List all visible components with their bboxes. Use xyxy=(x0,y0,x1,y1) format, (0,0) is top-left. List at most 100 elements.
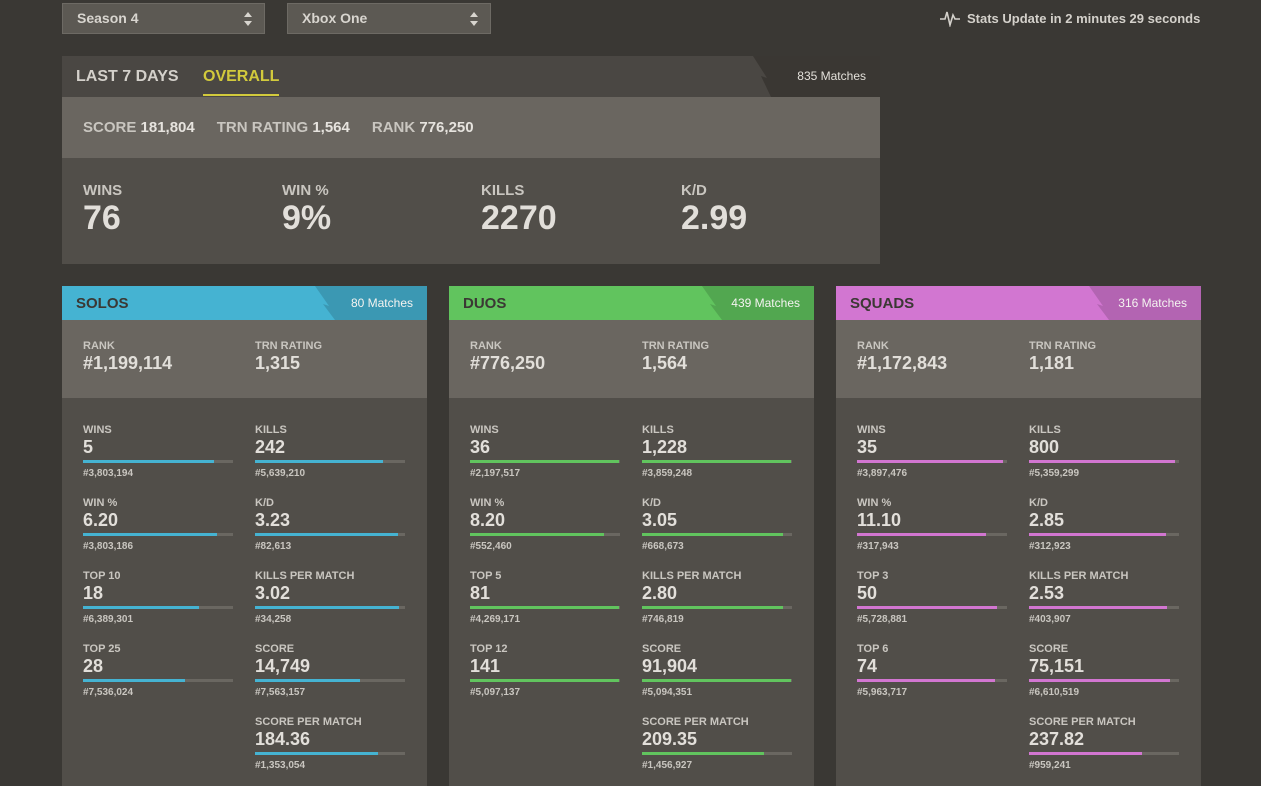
stat-progress-fill xyxy=(83,460,214,463)
stat-value: 209.35 xyxy=(642,729,698,749)
stat-label: TOP 12 xyxy=(470,643,508,655)
stat-progress-bar xyxy=(83,460,233,463)
stat-label: K/D xyxy=(681,182,707,199)
trn-rating-value: 1,564 xyxy=(312,119,350,136)
overview-matches-badge: 835 Matches xyxy=(745,56,880,97)
stat-progress-fill xyxy=(470,460,619,463)
stat-label: TOP 10 xyxy=(83,570,121,582)
stat-label: WIN % xyxy=(83,497,118,509)
stat-progress-bar xyxy=(255,679,405,682)
rank-value: #1,172,843 xyxy=(857,353,948,373)
stat-progress-bar xyxy=(857,679,1007,682)
stat-progress-bar xyxy=(642,606,792,609)
card-header: SQUADS 316 Matches xyxy=(836,286,1201,320)
stat-progress-fill xyxy=(255,460,383,463)
trn-rating-label: TRN RATING xyxy=(255,340,323,352)
rank-block: RANK #776,250 xyxy=(470,340,545,374)
stat-item: KILLS PER MATCH 3.02 #34,258 xyxy=(255,570,405,625)
stat-progress-fill xyxy=(83,679,185,682)
card-title: SQUADS xyxy=(850,295,915,312)
trn-rating-block: TRN RATING 1,564 xyxy=(642,340,709,374)
stat-rank: #3,859,248 xyxy=(642,468,693,479)
stat-progress-bar xyxy=(83,533,233,536)
trn-rating-value: 1,564 xyxy=(642,353,688,373)
stat-item: KILLS PER MATCH 2.53 #403,907 xyxy=(1029,570,1179,625)
stat-rank: #312,923 xyxy=(1029,541,1071,552)
stat-progress-bar xyxy=(1029,460,1179,463)
stat-progress-fill xyxy=(1029,533,1166,536)
rank-block: RANK #1,172,843 xyxy=(857,340,947,374)
stat-value: 74 xyxy=(857,656,878,676)
stat-progress-bar xyxy=(642,460,792,463)
stat-rank: #5,097,137 xyxy=(470,687,521,698)
score-label: SCORE xyxy=(83,119,137,136)
stat-progress-bar xyxy=(470,606,620,609)
select-arrows-icon xyxy=(244,12,252,26)
trn-rating-value: 1,181 xyxy=(1029,353,1075,373)
platform-select[interactable]: Xbox One xyxy=(287,3,491,34)
stat-progress-fill xyxy=(470,679,619,682)
stat-item: TOP 3 50 #5,728,881 xyxy=(857,570,1007,625)
rank-value: #776,250 xyxy=(470,353,546,373)
stat-value: 14,749 xyxy=(255,656,311,676)
stat-progress-fill xyxy=(642,460,791,463)
stat-value: 184.36 xyxy=(255,729,311,749)
stat-label: TOP 25 xyxy=(83,643,121,655)
season-select[interactable]: Season 4 xyxy=(62,3,265,34)
stat-rank: #4,269,171 xyxy=(470,614,521,625)
overview-stat-kills: KILLS 2270 xyxy=(481,182,557,238)
overview-stats: WINS 76 WIN % 9% KILLS 2270 K/D 2.99 xyxy=(62,158,880,264)
stat-progress-fill xyxy=(255,606,399,609)
stat-label: SCORE xyxy=(642,643,682,655)
stat-value: 5 xyxy=(83,437,94,457)
stat-label: TOP 6 xyxy=(857,643,889,655)
stat-progress-bar xyxy=(83,606,233,609)
stat-label: KILLS PER MATCH xyxy=(255,570,355,582)
stat-item: TOP 25 28 #7,536,024 xyxy=(83,643,233,698)
stat-item: SCORE PER MATCH 209.35 #1,456,927 xyxy=(642,716,792,771)
stat-label: WIN % xyxy=(470,497,505,509)
stat-progress-fill xyxy=(1029,752,1142,755)
stat-label: SCORE PER MATCH xyxy=(255,716,362,728)
stat-value: 50 xyxy=(857,583,878,603)
tab-last-7-days[interactable]: LAST 7 DAYS xyxy=(76,68,179,94)
stat-progress-fill xyxy=(857,533,986,536)
card-matches-count: 316 Matches xyxy=(1118,296,1187,310)
stat-rank: #3,803,194 xyxy=(83,468,134,479)
stat-value: 3.23 xyxy=(255,510,291,530)
stat-label: SCORE PER MATCH xyxy=(1029,716,1136,728)
stat-label: KILLS xyxy=(481,182,525,199)
stat-progress-bar xyxy=(642,533,792,536)
stat-item: SCORE 14,749 #7,563,157 xyxy=(255,643,405,698)
stat-progress-bar xyxy=(642,679,792,682)
stat-rank: #2,197,517 xyxy=(470,468,521,479)
stat-item: WINS 36 #2,197,517 xyxy=(470,424,620,479)
stat-value: 81 xyxy=(470,583,491,603)
stat-value: 76 xyxy=(83,199,121,237)
stat-rank: #552,460 xyxy=(470,541,512,552)
stat-rank: #34,258 xyxy=(255,614,292,625)
stat-value: 36 xyxy=(470,437,491,457)
stat-progress-fill xyxy=(1029,606,1167,609)
stat-value: 3.02 xyxy=(255,583,291,603)
rank-value: #1,199,114 xyxy=(83,353,173,373)
stat-rank: #959,241 xyxy=(1029,760,1071,771)
stat-rank: #403,907 xyxy=(1029,614,1071,625)
stat-progress-fill xyxy=(83,606,199,609)
stat-label: SCORE xyxy=(1029,643,1069,655)
stat-label: KILLS xyxy=(1029,424,1061,436)
overview-stat-kd: K/D 2.99 xyxy=(681,182,747,238)
stat-progress-bar xyxy=(1029,752,1179,755)
mode-card-squads: SQUADS 316 Matches RANK #1,172,843 TRN RATIN… xyxy=(836,286,1201,786)
tab-overall[interactable]: OVERALL xyxy=(203,68,280,96)
stat-label: TOP 5 xyxy=(470,570,502,582)
rank-label: RANK xyxy=(371,119,416,136)
stat-value: 800 xyxy=(1029,437,1060,457)
stat-progress-bar xyxy=(1029,606,1179,609)
stat-item: SCORE 91,904 #5,094,351 xyxy=(642,643,792,698)
stat-rank: #82,613 xyxy=(255,541,292,552)
stat-value: 91,904 xyxy=(642,656,698,676)
stat-progress-fill xyxy=(642,752,764,755)
stat-label: KILLS PER MATCH xyxy=(642,570,742,582)
stat-progress-fill xyxy=(642,606,783,609)
